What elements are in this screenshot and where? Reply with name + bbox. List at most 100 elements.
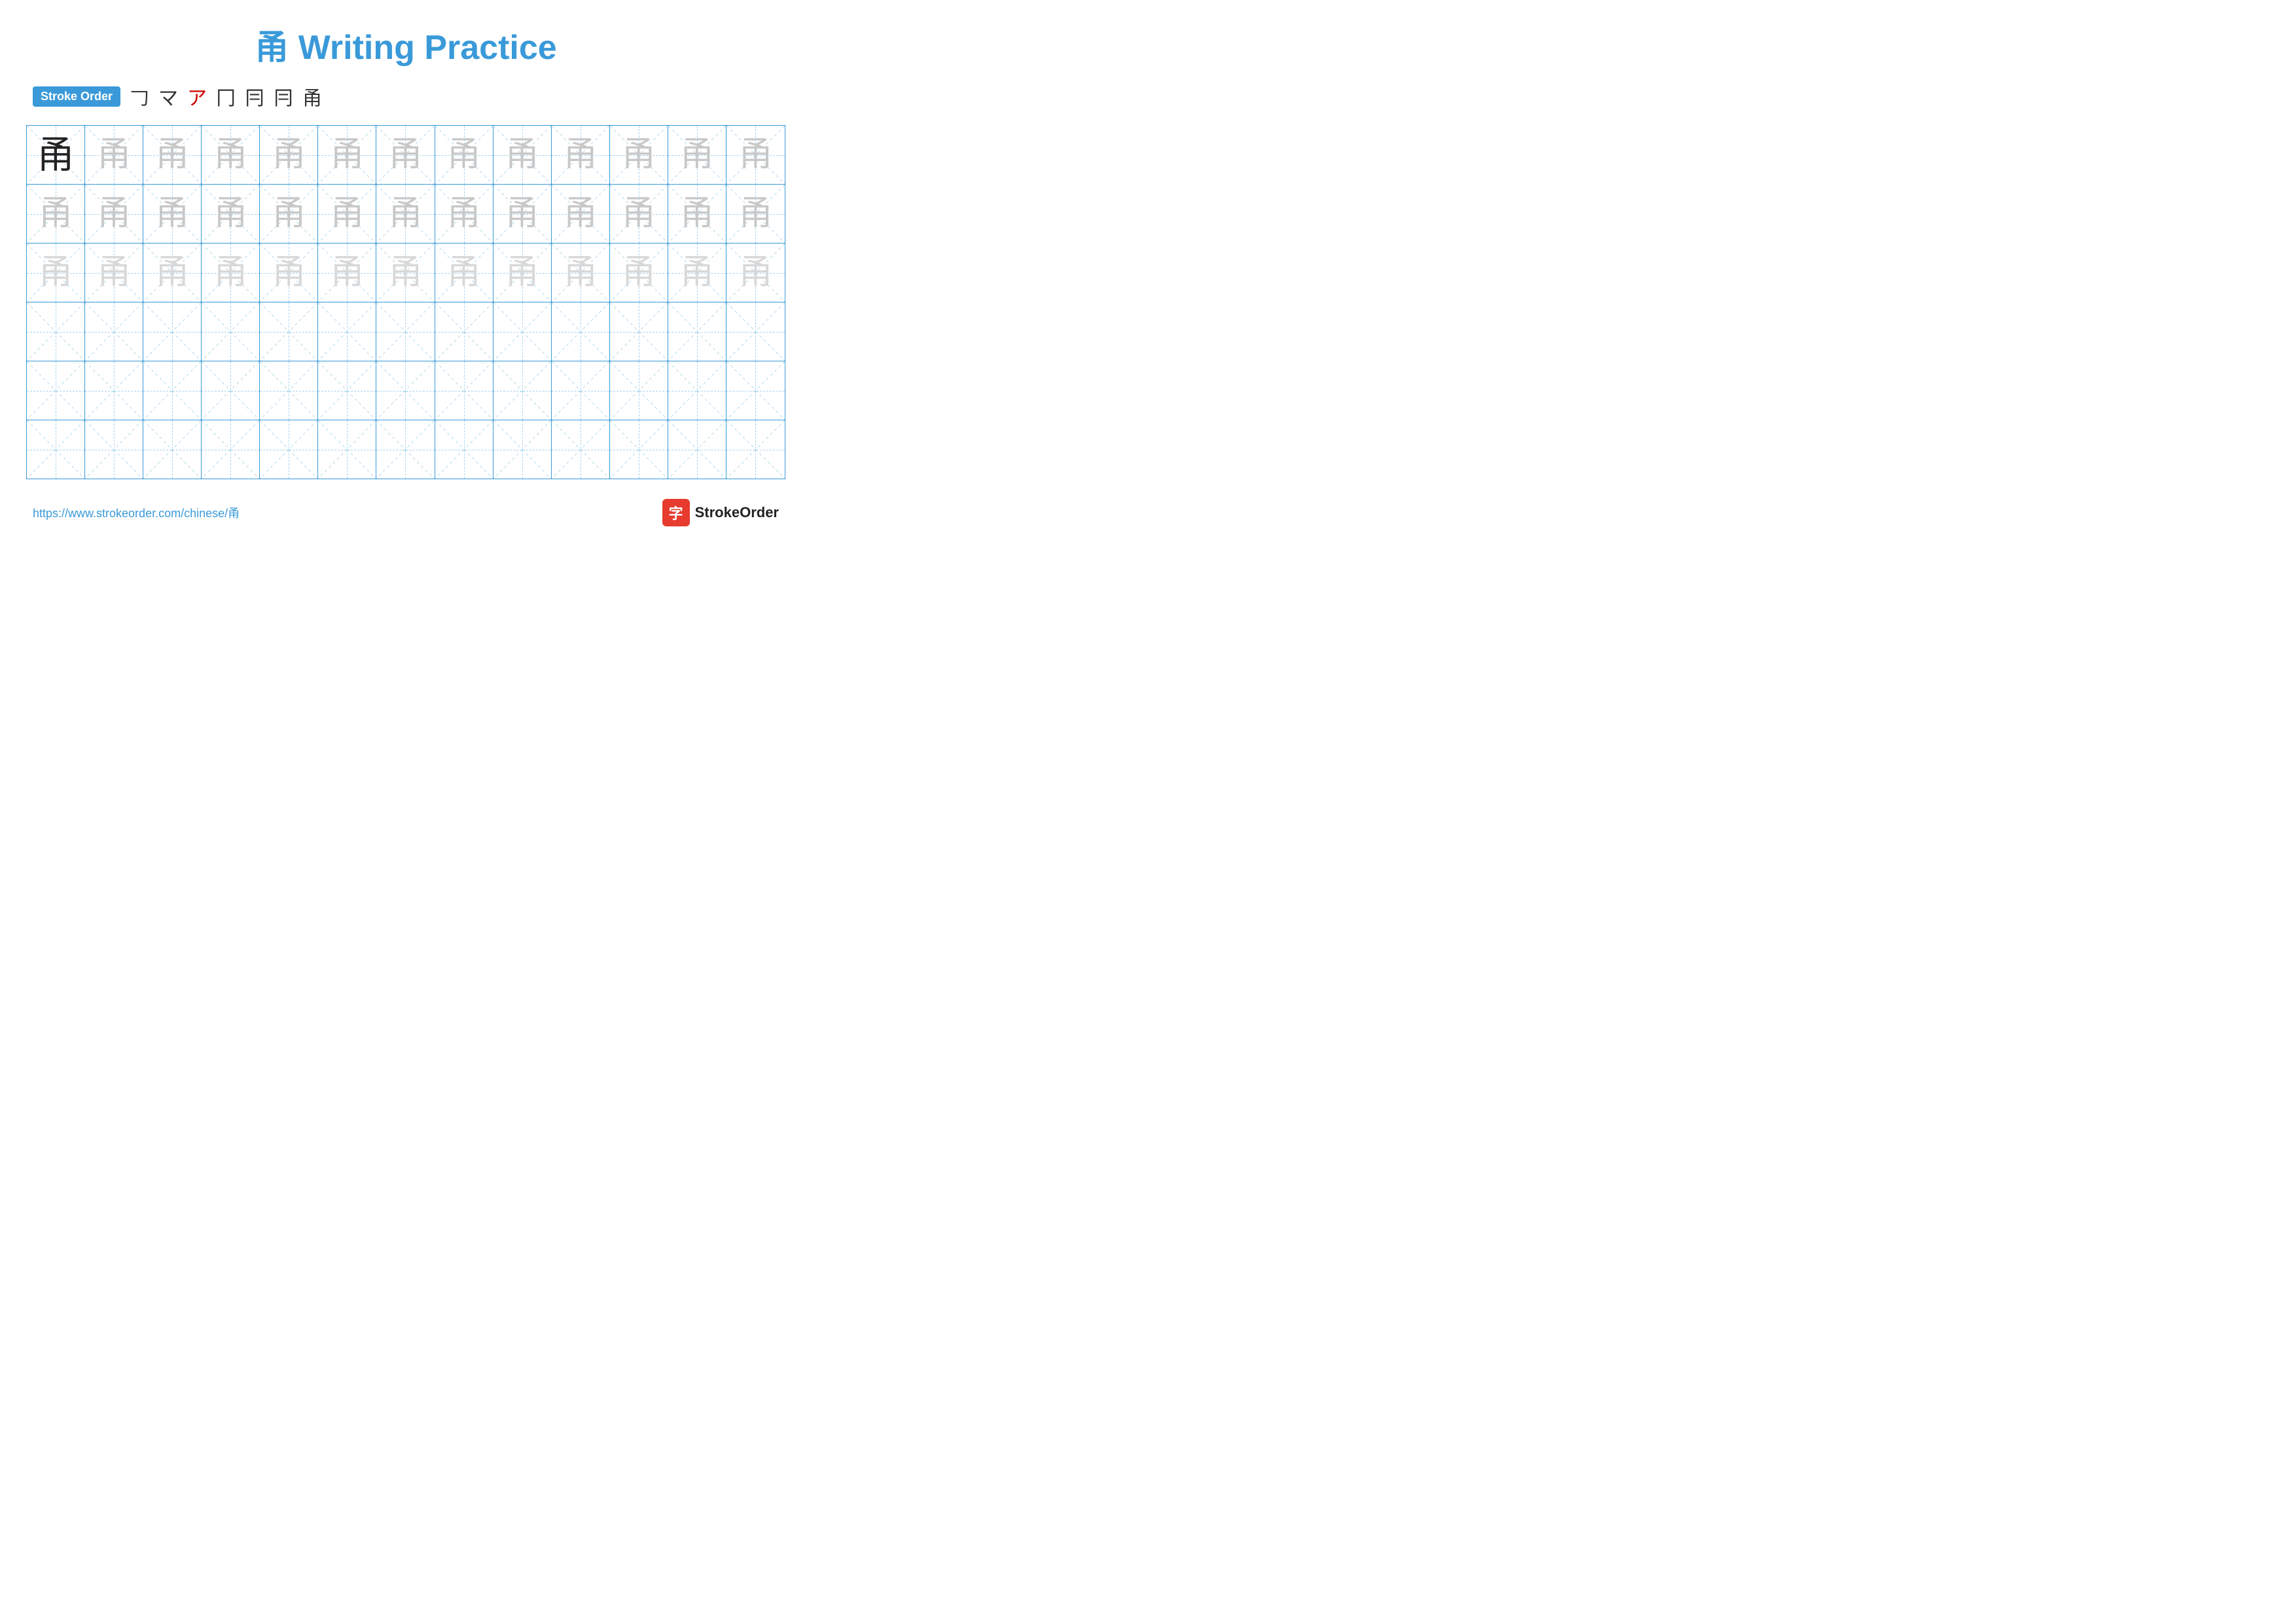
grid-cell-3-6[interactable] — [376, 302, 435, 361]
grid-cell-0-11[interactable]: 甬 — [668, 126, 726, 184]
grid-cell-4-5[interactable] — [318, 361, 376, 420]
grid-cell-4-9[interactable] — [552, 361, 610, 420]
grid-cell-0-5[interactable]: 甬 — [318, 126, 376, 184]
cell-character: 甬 — [388, 197, 422, 231]
grid-cell-1-12[interactable]: 甬 — [726, 185, 785, 243]
grid-cell-2-10[interactable]: 甬 — [610, 244, 668, 302]
cell-character: 甬 — [738, 197, 772, 231]
grid-cell-4-0[interactable] — [27, 361, 85, 420]
grid-cell-5-7[interactable] — [435, 420, 493, 479]
grid-cell-2-12[interactable]: 甬 — [726, 244, 785, 302]
grid-cell-0-3[interactable]: 甬 — [202, 126, 260, 184]
grid-cell-1-1[interactable]: 甬 — [85, 185, 143, 243]
cell-character: 甬 — [213, 256, 247, 290]
grid-cell-3-10[interactable] — [610, 302, 668, 361]
cell-character: 甬 — [564, 197, 598, 231]
cell-character: 甬 — [738, 256, 772, 290]
cell-character: 甬 — [680, 197, 714, 231]
grid-cell-3-9[interactable] — [552, 302, 610, 361]
grid-cell-0-6[interactable]: 甬 — [376, 126, 435, 184]
grid-cell-1-7[interactable]: 甬 — [435, 185, 493, 243]
grid-cell-5-10[interactable] — [610, 420, 668, 479]
cell-character: 甬 — [505, 138, 539, 172]
grid-cell-5-5[interactable] — [318, 420, 376, 479]
grid-cell-1-8[interactable]: 甬 — [493, 185, 552, 243]
grid-cell-2-4[interactable]: 甬 — [260, 244, 318, 302]
grid-cell-1-4[interactable]: 甬 — [260, 185, 318, 243]
grid-cell-2-7[interactable]: 甬 — [435, 244, 493, 302]
grid-cell-0-7[interactable]: 甬 — [435, 126, 493, 184]
grid-cell-0-1[interactable]: 甬 — [85, 126, 143, 184]
grid-cell-4-10[interactable] — [610, 361, 668, 420]
grid-cell-1-2[interactable]: 甬 — [143, 185, 202, 243]
grid-cell-2-8[interactable]: 甬 — [493, 244, 552, 302]
grid-cell-3-1[interactable] — [85, 302, 143, 361]
grid-cell-2-2[interactable]: 甬 — [143, 244, 202, 302]
cell-character: 甬 — [97, 138, 131, 172]
grid-cell-5-0[interactable] — [27, 420, 85, 479]
grid-cell-5-8[interactable] — [493, 420, 552, 479]
stroke-step-3: ア — [187, 82, 207, 111]
grid-cell-3-11[interactable] — [668, 302, 726, 361]
grid-cell-4-2[interactable] — [143, 361, 202, 420]
grid-cell-3-3[interactable] — [202, 302, 260, 361]
grid-cell-0-10[interactable]: 甬 — [610, 126, 668, 184]
grid-cell-3-12[interactable] — [726, 302, 785, 361]
stroke-step-6: 冃 — [274, 82, 293, 111]
grid-cell-5-3[interactable] — [202, 420, 260, 479]
grid-cell-1-0[interactable]: 甬 — [27, 185, 85, 243]
grid-cell-5-12[interactable] — [726, 420, 785, 479]
grid-cell-3-5[interactable] — [318, 302, 376, 361]
grid-cell-0-9[interactable]: 甬 — [552, 126, 610, 184]
grid-cell-2-0[interactable]: 甬 — [27, 244, 85, 302]
grid-cell-5-9[interactable] — [552, 420, 610, 479]
grid-cell-4-4[interactable] — [260, 361, 318, 420]
grid-cell-5-11[interactable] — [668, 420, 726, 479]
grid-cell-1-6[interactable]: 甬 — [376, 185, 435, 243]
grid-cell-2-9[interactable]: 甬 — [552, 244, 610, 302]
grid-cell-0-2[interactable]: 甬 — [143, 126, 202, 184]
footer-logo: 字 StrokeOrder — [662, 499, 779, 526]
practice-grid: 甬 甬 甬 甬 甬 甬 — [26, 125, 785, 479]
grid-cell-0-8[interactable]: 甬 — [493, 126, 552, 184]
cell-character: 甬 — [564, 256, 598, 290]
grid-cell-1-11[interactable]: 甬 — [668, 185, 726, 243]
grid-cell-4-6[interactable] — [376, 361, 435, 420]
grid-cell-2-1[interactable]: 甬 — [85, 244, 143, 302]
grid-cell-3-8[interactable] — [493, 302, 552, 361]
grid-cell-4-11[interactable] — [668, 361, 726, 420]
grid-cell-0-12[interactable]: 甬 — [726, 126, 785, 184]
grid-cell-2-3[interactable]: 甬 — [202, 244, 260, 302]
cell-character: 甬 — [447, 197, 481, 231]
grid-cell-0-4[interactable]: 甬 — [260, 126, 318, 184]
grid-cell-0-0[interactable]: 甬 — [27, 126, 85, 184]
grid-cell-5-1[interactable] — [85, 420, 143, 479]
grid-cell-4-3[interactable] — [202, 361, 260, 420]
stroke-order-row: Stroke Order 𠃌 マ ア 冂 冃 冃 甬 — [26, 82, 785, 111]
grid-cell-4-8[interactable] — [493, 361, 552, 420]
cell-character: 甬 — [330, 256, 364, 290]
grid-cell-1-5[interactable]: 甬 — [318, 185, 376, 243]
grid-cell-3-7[interactable] — [435, 302, 493, 361]
grid-cell-4-12[interactable] — [726, 361, 785, 420]
cell-character: 甬 — [388, 138, 422, 172]
grid-cell-1-3[interactable]: 甬 — [202, 185, 260, 243]
grid-cell-1-10[interactable]: 甬 — [610, 185, 668, 243]
grid-cell-2-11[interactable]: 甬 — [668, 244, 726, 302]
grid-cell-5-4[interactable] — [260, 420, 318, 479]
grid-cell-3-0[interactable] — [27, 302, 85, 361]
footer-url[interactable]: https://www.strokeorder.com/chinese/甬 — [33, 504, 240, 521]
grid-row-0: 甬 甬 甬 甬 甬 甬 — [27, 126, 785, 185]
stroke-step-5: 冃 — [245, 82, 264, 111]
page-title: 甬 Writing Practice — [26, 20, 785, 69]
grid-cell-3-4[interactable] — [260, 302, 318, 361]
grid-cell-5-2[interactable] — [143, 420, 202, 479]
grid-cell-3-2[interactable] — [143, 302, 202, 361]
grid-cell-2-6[interactable]: 甬 — [376, 244, 435, 302]
grid-cell-2-5[interactable]: 甬 — [318, 244, 376, 302]
grid-cell-1-9[interactable]: 甬 — [552, 185, 610, 243]
cell-character: 甬 — [330, 138, 364, 172]
grid-cell-4-7[interactable] — [435, 361, 493, 420]
grid-cell-5-6[interactable] — [376, 420, 435, 479]
grid-cell-4-1[interactable] — [85, 361, 143, 420]
